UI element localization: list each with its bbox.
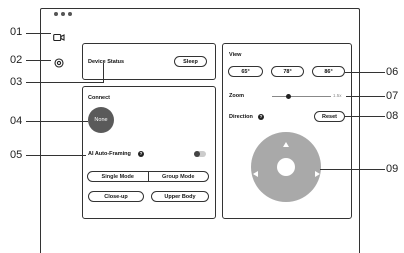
close-up-button[interactable]: Close-up: [88, 191, 144, 202]
device-status-label: Device Status: [88, 59, 125, 65]
toggle-knob: [194, 151, 200, 157]
window-dot: [54, 12, 58, 16]
up-arrow-icon[interactable]: [283, 134, 289, 147]
sleep-button[interactable]: Sleep: [174, 56, 207, 67]
callout-09: 09: [386, 163, 399, 175]
window-dot: [61, 12, 65, 16]
zoom-label: Zoom: [229, 93, 244, 99]
callout-leader: [26, 155, 86, 156]
callout-leader: [103, 63, 104, 83]
callout-08: 08: [386, 110, 399, 122]
callout-leader: [26, 121, 88, 122]
fov-78-button[interactable]: 78°: [271, 66, 304, 77]
callout-04: 04: [10, 115, 23, 127]
callout-leader: [26, 33, 51, 34]
fov-65-button[interactable]: 65°: [228, 66, 263, 77]
group-mode-button[interactable]: Group Mode: [149, 172, 209, 181]
callout-leader: [320, 169, 385, 170]
ai-auto-framing-label: AI Auto-Framing: [88, 151, 131, 157]
ai-framing-toggle[interactable]: [194, 151, 206, 157]
callout-leader: [345, 116, 385, 117]
single-mode-button[interactable]: Single Mode: [88, 172, 149, 181]
callout-leader: [26, 60, 51, 61]
callout-05: 05: [10, 149, 23, 161]
left-arrow-icon[interactable]: [253, 164, 258, 177]
fov-86-button[interactable]: 86°: [312, 66, 345, 77]
device-avatar[interactable]: None: [88, 107, 114, 133]
mode-segmented-control: Single Mode Group Mode: [87, 171, 209, 182]
callout-leader: [346, 96, 385, 97]
camera-icon[interactable]: [53, 29, 65, 42]
callout-leader: [345, 72, 385, 73]
zoom-slider-track[interactable]: [272, 96, 331, 97]
zoom-slider-thumb[interactable]: [286, 94, 292, 99]
zoom-value: 1.5x: [333, 93, 342, 98]
settings-icon[interactable]: [54, 55, 64, 68]
callout-02: 02: [10, 54, 23, 66]
callout-01: 01: [10, 26, 23, 38]
callout-03: 03: [10, 76, 23, 88]
view-title: View: [229, 52, 242, 58]
help-icon[interactable]: ?: [258, 114, 264, 120]
connect-title: Connect: [88, 95, 110, 101]
reset-button[interactable]: Reset: [314, 111, 345, 122]
help-icon[interactable]: ?: [138, 151, 144, 157]
callout-leader: [26, 82, 103, 83]
callout-06: 06: [386, 66, 399, 78]
direction-label: Direction: [229, 114, 253, 120]
callout-07: 07: [386, 90, 399, 102]
upper-body-button[interactable]: Upper Body: [151, 191, 209, 202]
down-arrow-icon[interactable]: [283, 196, 289, 209]
window-dot: [68, 12, 72, 16]
